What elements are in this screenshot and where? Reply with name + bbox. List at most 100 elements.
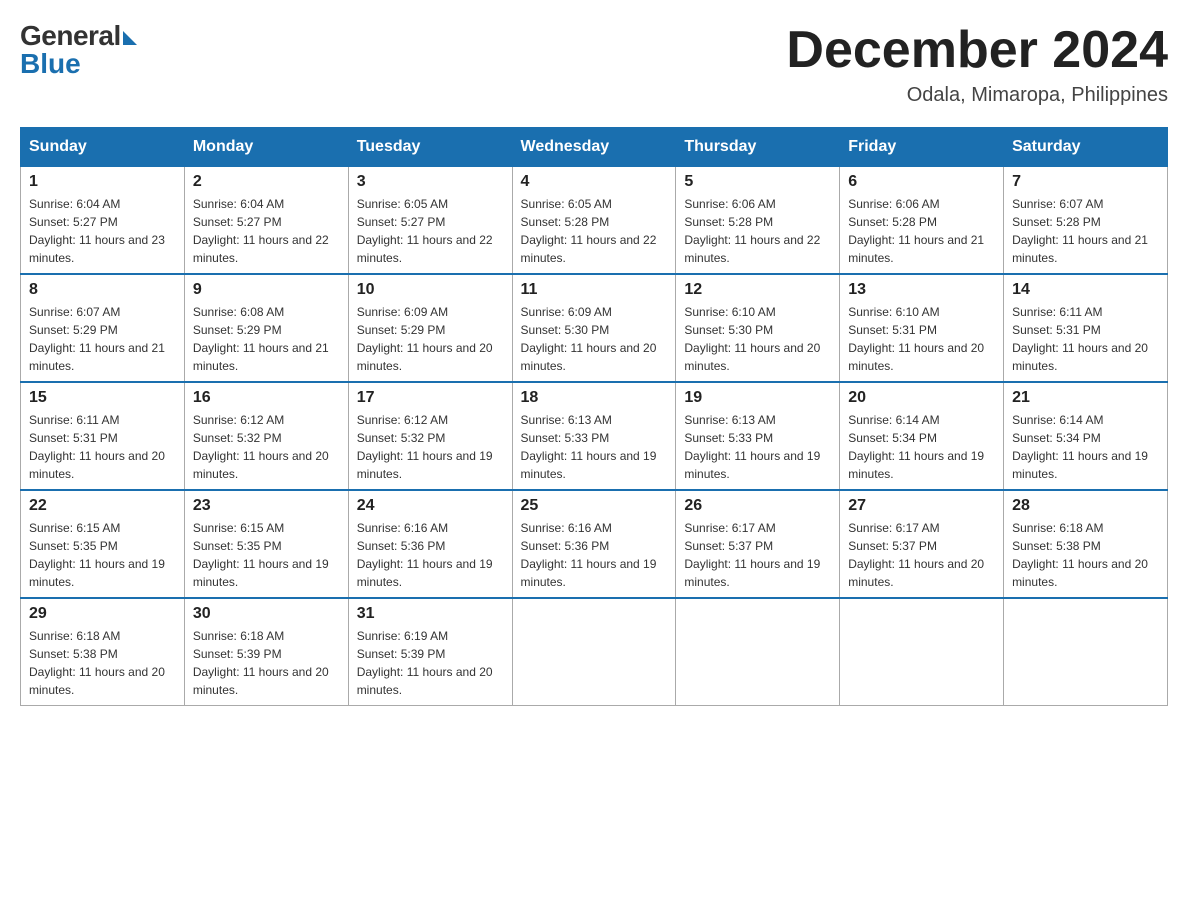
day-info: Sunrise: 6:08 AMSunset: 5:29 PMDaylight:… [193,303,340,375]
day-number: 31 [357,605,504,623]
day-number: 22 [29,497,176,515]
calendar-week-row: 29 Sunrise: 6:18 AMSunset: 5:38 PMDayligh… [21,598,1168,706]
day-info: Sunrise: 6:11 AMSunset: 5:31 PMDaylight:… [1012,303,1159,375]
logo-blue-text: Blue [20,48,81,80]
day-info: Sunrise: 6:07 AMSunset: 5:29 PMDaylight:… [29,303,176,375]
logo-triangle-icon [123,31,137,45]
day-number: 28 [1012,497,1159,515]
calendar-cell: 10 Sunrise: 6:09 AMSunset: 5:29 PMDayligh… [348,274,512,382]
calendar-cell: 18Sunrise: 6:13 AMSunset: 5:33 PMDayligh… [512,382,676,490]
day-info: Sunrise: 6:05 AMSunset: 5:27 PMDaylight:… [357,195,504,267]
day-info: Sunrise: 6:18 AMSunset: 5:38 PMDaylight:… [29,627,176,699]
calendar-header-row: SundayMondayTuesdayWednesdayThursdayFrid… [21,128,1168,167]
day-number: 3 [357,173,504,191]
day-number: 30 [193,605,340,623]
calendar-cell: 5 Sunrise: 6:06 AMSunset: 5:28 PMDaylight… [676,167,840,275]
calendar-cell: 16Sunrise: 6:12 AMSunset: 5:32 PMDayligh… [184,382,348,490]
logo: General Blue [20,20,137,80]
day-number: 25 [521,497,668,515]
day-info: Sunrise: 6:11 AMSunset: 5:31 PMDaylight:… [29,411,176,483]
day-number: 1 [29,173,176,191]
day-number: 7 [1012,173,1159,191]
day-info: Sunrise: 6:09 AMSunset: 5:29 PMDaylight:… [357,303,504,375]
calendar-cell: 15 Sunrise: 6:11 AMSunset: 5:31 PMDayligh… [21,382,185,490]
day-info: Sunrise: 6:17 AMSunset: 5:37 PMDaylight:… [684,519,831,591]
day-number: 29 [29,605,176,623]
day-info: Sunrise: 6:10 AMSunset: 5:31 PMDaylight:… [848,303,995,375]
calendar-cell: 2 Sunrise: 6:04 AMSunset: 5:27 PMDaylight… [184,167,348,275]
day-number: 26 [684,497,831,515]
day-number: 20 [848,389,995,407]
day-number: 21 [1012,389,1159,407]
day-info: Sunrise: 6:06 AMSunset: 5:28 PMDaylight:… [684,195,831,267]
calendar-cell: 1 Sunrise: 6:04 AMSunset: 5:27 PMDaylight… [21,167,185,275]
calendar-cell: 22Sunrise: 6:15 AMSunset: 5:35 PMDayligh… [21,490,185,598]
day-info: Sunrise: 6:06 AMSunset: 5:28 PMDaylight:… [848,195,995,267]
calendar-cell: 17Sunrise: 6:12 AMSunset: 5:32 PMDayligh… [348,382,512,490]
day-info: Sunrise: 6:18 AMSunset: 5:38 PMDaylight:… [1012,519,1159,591]
day-info: Sunrise: 6:16 AMSunset: 5:36 PMDaylight:… [521,519,668,591]
day-info: Sunrise: 6:07 AMSunset: 5:28 PMDaylight:… [1012,195,1159,267]
day-number: 14 [1012,281,1159,299]
day-info: Sunrise: 6:15 AMSunset: 5:35 PMDaylight:… [193,519,340,591]
day-number: 6 [848,173,995,191]
calendar-cell: 20 Sunrise: 6:14 AMSunset: 5:34 PMDayligh… [840,382,1004,490]
day-number: 23 [193,497,340,515]
calendar-cell: 21 Sunrise: 6:14 AMSunset: 5:34 PMDayligh… [1004,382,1168,490]
day-info: Sunrise: 6:04 AMSunset: 5:27 PMDaylight:… [29,195,176,267]
calendar-cell: 31Sunrise: 6:19 AMSunset: 5:39 PMDayligh… [348,598,512,706]
day-header-sunday: Sunday [21,128,185,167]
calendar-cell: 19 Sunrise: 6:13 AMSunset: 5:33 PMDayligh… [676,382,840,490]
day-info: Sunrise: 6:04 AMSunset: 5:27 PMDaylight:… [193,195,340,267]
day-header-friday: Friday [840,128,1004,167]
calendar-table: SundayMondayTuesdayWednesdayThursdayFrid… [20,127,1168,706]
calendar-cell: 23 Sunrise: 6:15 AMSunset: 5:35 PMDayligh… [184,490,348,598]
calendar-cell: 26 Sunrise: 6:17 AMSunset: 5:37 PMDayligh… [676,490,840,598]
day-info: Sunrise: 6:05 AMSunset: 5:28 PMDaylight:… [521,195,668,267]
day-number: 4 [521,173,668,191]
calendar-cell: 8 Sunrise: 6:07 AMSunset: 5:29 PMDaylight… [21,274,185,382]
location-text: Odala, Mimaropa, Philippines [786,84,1168,107]
calendar-cell: 6 Sunrise: 6:06 AMSunset: 5:28 PMDaylight… [840,167,1004,275]
day-info: Sunrise: 6:14 AMSunset: 5:34 PMDaylight:… [848,411,995,483]
calendar-cell: 25 Sunrise: 6:16 AMSunset: 5:36 PMDayligh… [512,490,676,598]
day-info: Sunrise: 6:12 AMSunset: 5:32 PMDaylight:… [357,411,504,483]
calendar-cell [512,598,676,706]
day-info: Sunrise: 6:13 AMSunset: 5:33 PMDaylight:… [521,411,668,483]
day-info: Sunrise: 6:13 AMSunset: 5:33 PMDaylight:… [684,411,831,483]
calendar-week-row: 8 Sunrise: 6:07 AMSunset: 5:29 PMDaylight… [21,274,1168,382]
calendar-cell: 30Sunrise: 6:18 AMSunset: 5:39 PMDayligh… [184,598,348,706]
day-header-monday: Monday [184,128,348,167]
day-number: 2 [193,173,340,191]
day-info: Sunrise: 6:14 AMSunset: 5:34 PMDaylight:… [1012,411,1159,483]
calendar-cell [676,598,840,706]
title-section: December 2024 Odala, Mimaropa, Philippin… [786,20,1168,107]
day-header-wednesday: Wednesday [512,128,676,167]
day-number: 8 [29,281,176,299]
calendar-cell: 29 Sunrise: 6:18 AMSunset: 5:38 PMDayligh… [21,598,185,706]
day-number: 15 [29,389,176,407]
day-info: Sunrise: 6:17 AMSunset: 5:37 PMDaylight:… [848,519,995,591]
calendar-cell: 11 Sunrise: 6:09 AMSunset: 5:30 PMDayligh… [512,274,676,382]
calendar-cell: 9 Sunrise: 6:08 AMSunset: 5:29 PMDaylight… [184,274,348,382]
calendar-cell: 3 Sunrise: 6:05 AMSunset: 5:27 PMDaylight… [348,167,512,275]
day-number: 11 [521,281,668,299]
calendar-cell [1004,598,1168,706]
calendar-week-row: 22 Sunrise: 6:15 AMSunset: 5:35 PMDayligh… [21,490,1168,598]
calendar-cell: 12 Sunrise: 6:10 AMSunset: 5:30 PMDayligh… [676,274,840,382]
day-number: 12 [684,281,831,299]
day-number: 10 [357,281,504,299]
month-year-title: December 2024 [786,20,1168,80]
day-info: Sunrise: 6:09 AMSunset: 5:30 PMDaylight:… [521,303,668,375]
day-info: Sunrise: 6:16 AMSunset: 5:36 PMDaylight:… [357,519,504,591]
calendar-week-row: 1 Sunrise: 6:04 AMSunset: 5:27 PMDaylight… [21,167,1168,275]
day-header-tuesday: Tuesday [348,128,512,167]
calendar-cell: 7 Sunrise: 6:07 AMSunset: 5:28 PMDaylight… [1004,167,1168,275]
day-number: 9 [193,281,340,299]
calendar-week-row: 15 Sunrise: 6:11 AMSunset: 5:31 PMDayligh… [21,382,1168,490]
day-number: 27 [848,497,995,515]
day-info: Sunrise: 6:10 AMSunset: 5:30 PMDaylight:… [684,303,831,375]
day-number: 19 [684,389,831,407]
calendar-cell [840,598,1004,706]
day-number: 5 [684,173,831,191]
